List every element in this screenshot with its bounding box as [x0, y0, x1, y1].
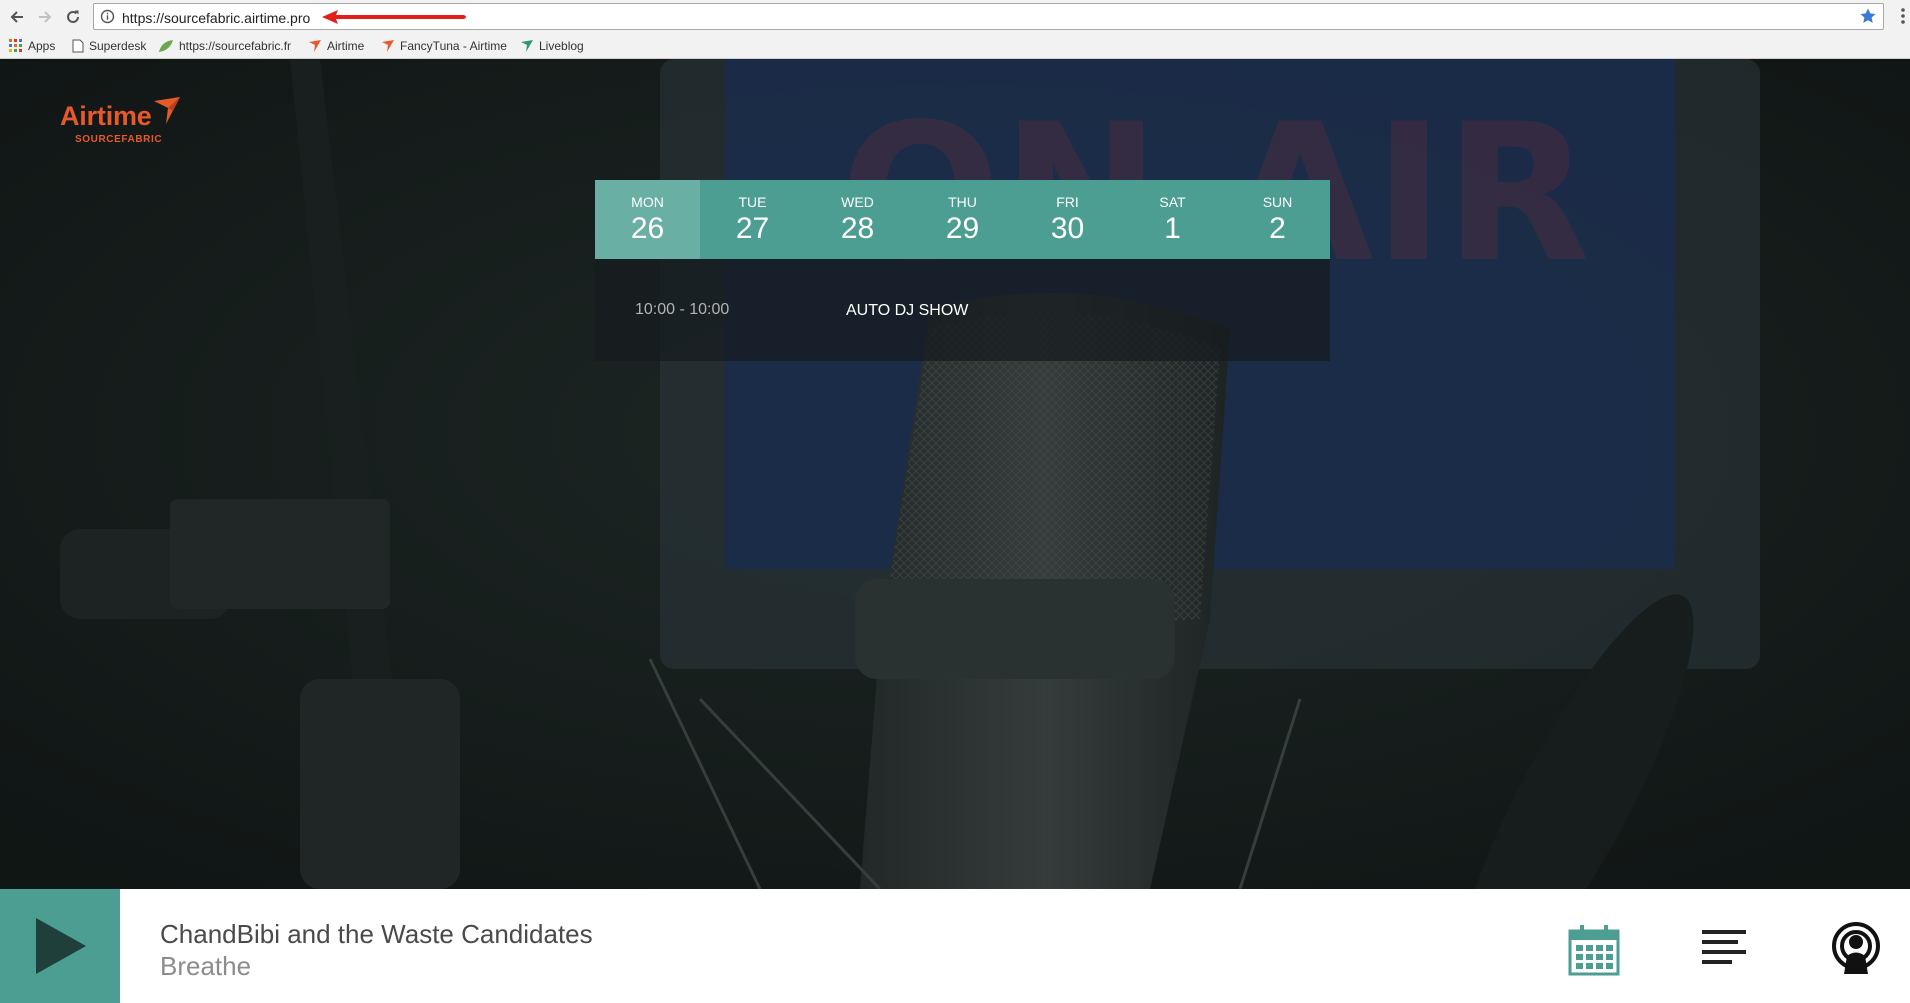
- airtime-icon: [382, 40, 394, 52]
- player-bar: ChandBibi and the Waste Candidates Breat…: [0, 889, 1910, 1003]
- bookmark-label: Apps: [28, 39, 56, 53]
- day-number: 26: [630, 211, 665, 245]
- bookmark-apps[interactable]: Apps: [9, 37, 55, 55]
- day-tab-fri[interactable]: FRI 30: [1015, 180, 1120, 259]
- logo-subtitle: SOURCEFABRIC: [75, 134, 163, 145]
- forward-arrow-icon: [39, 11, 52, 23]
- schedule-list: 10:00 - 10:00 AUTO DJ SHOW: [595, 259, 1330, 361]
- day-number: 2: [1269, 211, 1286, 245]
- hero-section: ON AIR Airtime SOURCEFABRIC MON 26 TUE 2…: [0, 59, 1910, 889]
- day-tab-mon[interactable]: MON 26: [595, 180, 700, 259]
- play-icon: [36, 918, 86, 974]
- bookmark-superdesk[interactable]: Superdesk: [72, 37, 146, 55]
- back-arrow-icon: [10, 11, 23, 23]
- day-name: THU: [948, 193, 977, 210]
- airtime-icon: [309, 40, 321, 52]
- day-name: SAT: [1159, 193, 1186, 210]
- airtime-logo-icon: [154, 97, 180, 124]
- show-time: 10:00 - 10:00: [635, 301, 730, 318]
- airtime-logo[interactable]: Airtime SOURCEFABRIC: [60, 97, 180, 145]
- leaf-icon: [159, 40, 173, 52]
- bookmark-label: Airtime: [327, 39, 365, 53]
- day-name: SUN: [1262, 193, 1293, 210]
- bookmark-label: Superdesk: [89, 39, 147, 53]
- day-name: WED: [841, 193, 874, 210]
- bookmark-label: https://sourcefabric.fr: [179, 39, 292, 53]
- day-number: 27: [735, 211, 770, 245]
- day-tab-wed[interactable]: WED 28: [805, 180, 910, 259]
- reload-icon: [67, 10, 79, 23]
- url-text: https://sourcefabric.airtime.pro: [122, 10, 311, 26]
- show-title[interactable]: AUTO DJ SHOW: [846, 302, 968, 320]
- bookmark-liveblog[interactable]: Liveblog: [520, 37, 584, 55]
- week-day-selector: MON 26 TUE 27 WED 28 THU 29 FRI 30 SAT 1…: [595, 180, 1330, 259]
- bookmark-sourcefabric[interactable]: https://sourcefabric.fr: [158, 37, 291, 55]
- bookmark-airtime[interactable]: Airtime: [308, 37, 364, 55]
- menu-lines-icon[interactable]: [1700, 924, 1748, 970]
- apps-grid-icon: [9, 39, 22, 52]
- bookmark-star-icon[interactable]: [1859, 7, 1877, 25]
- day-name: MON: [631, 193, 664, 210]
- day-tab-sat[interactable]: SAT 1: [1120, 180, 1225, 259]
- calendar-icon[interactable]: [1568, 924, 1620, 976]
- info-icon[interactable]: [100, 9, 115, 24]
- podcast-icon[interactable]: [1830, 922, 1882, 974]
- page-icon: [72, 39, 84, 53]
- day-number: 29: [945, 211, 980, 245]
- annotation-arrow: [322, 10, 466, 24]
- day-tab-sun[interactable]: SUN 2: [1225, 180, 1330, 259]
- now-playing-artist: ChandBibi and the Waste Candidates: [160, 919, 593, 949]
- bookmark-label: Liveblog: [539, 39, 584, 53]
- bookmark-fancytuna[interactable]: FancyTuna - Airtime: [381, 37, 507, 55]
- day-name: FRI: [1056, 193, 1079, 210]
- browser-toolbar: https://sourcefabric.airtime.pro: [0, 0, 1910, 34]
- day-name: TUE: [738, 193, 767, 210]
- forward-button[interactable]: [34, 6, 56, 28]
- day-tab-tue[interactable]: TUE 27: [700, 180, 805, 259]
- bookmark-label: FancyTuna - Airtime: [400, 39, 507, 53]
- day-number: 1: [1164, 211, 1181, 245]
- liveblog-icon: [521, 40, 533, 52]
- day-tab-thu[interactable]: THU 29: [910, 180, 1015, 259]
- reload-button[interactable]: [62, 6, 84, 28]
- browser-menu-icon[interactable]: [1900, 6, 1906, 26]
- play-button[interactable]: [0, 889, 120, 1003]
- day-number: 28: [840, 211, 875, 245]
- back-button[interactable]: [6, 6, 28, 28]
- day-number: 30: [1050, 211, 1085, 245]
- logo-wordmark: Airtime: [60, 101, 152, 131]
- bookmarks-bar: Apps Superdesk https://sourcefabric.fr A…: [0, 34, 1910, 59]
- now-playing-track: Breathe: [160, 951, 252, 981]
